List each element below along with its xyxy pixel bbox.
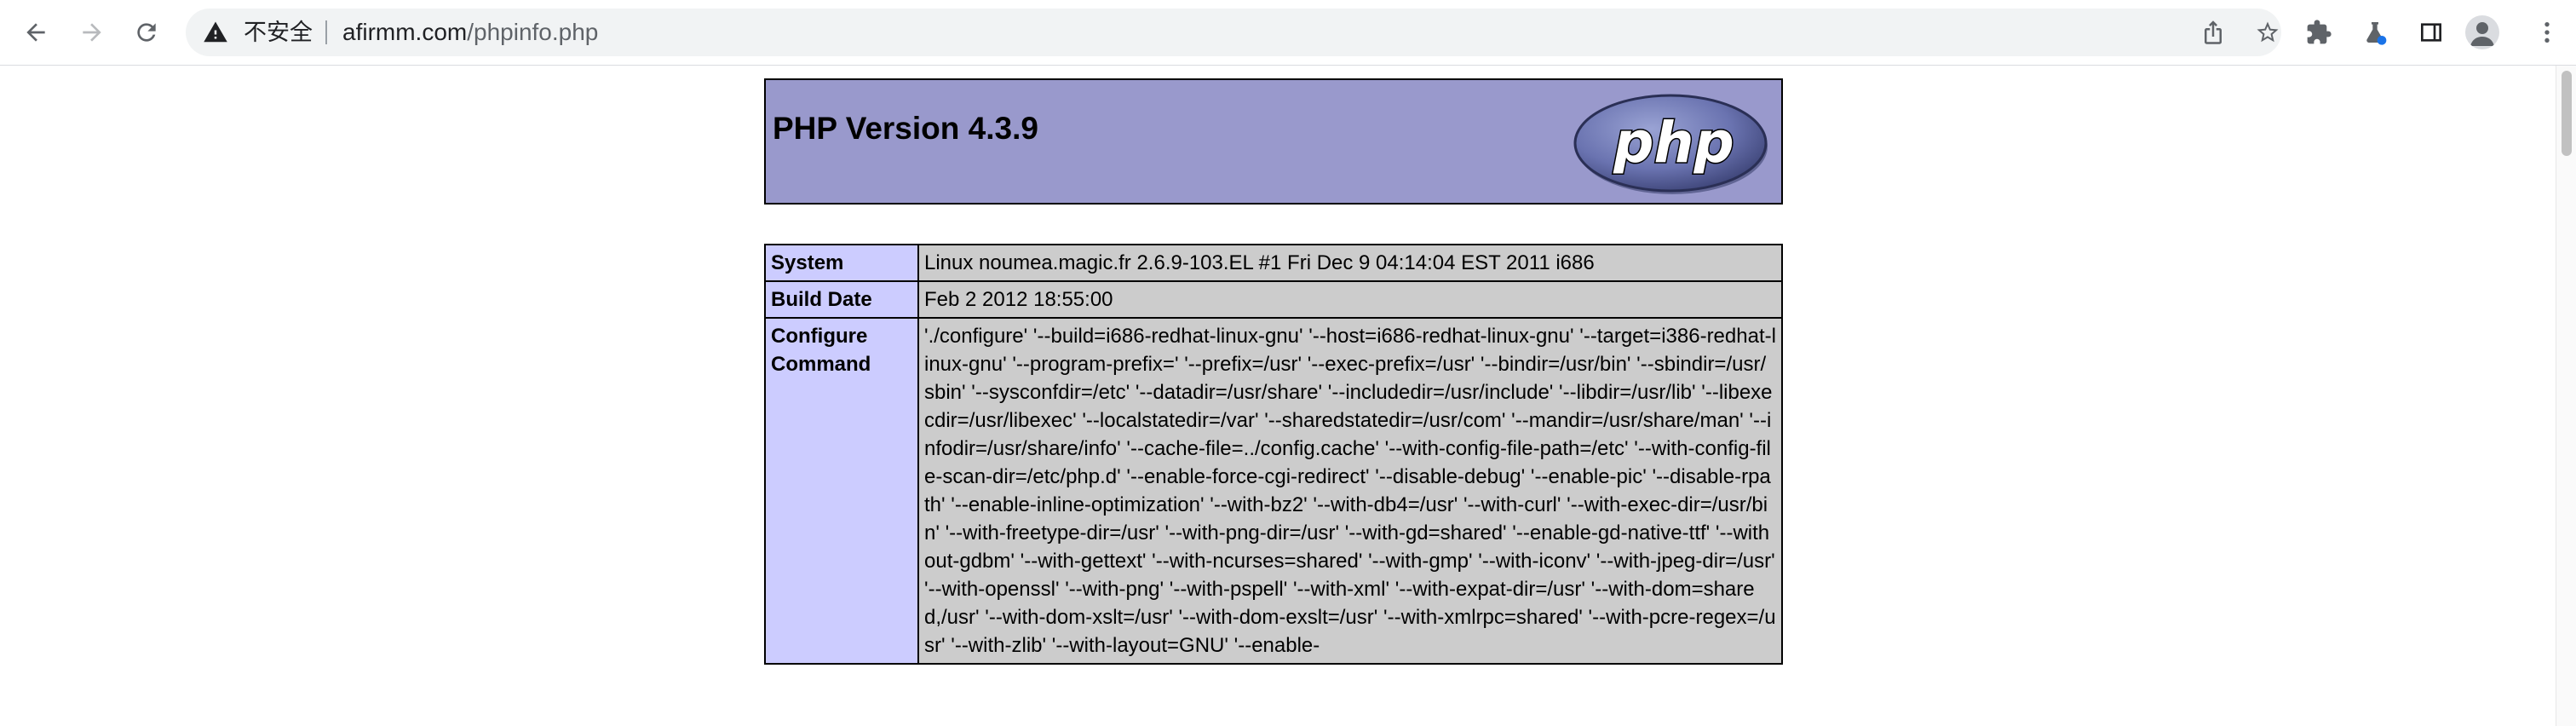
php-info-table: System Linux noumea.magic.fr 2.6.9-103.EL… [764, 244, 1783, 665]
reload-button[interactable] [124, 10, 169, 55]
back-button[interactable] [14, 10, 58, 55]
avatar-icon [2470, 22, 2494, 46]
star-icon [2257, 21, 2279, 43]
row-value: Feb 2 2012 18:55:00 [917, 280, 1783, 319]
forward-icon [83, 23, 101, 42]
reload-icon [137, 23, 156, 42]
share-button[interactable] [2198, 17, 2228, 48]
browser-menu-button[interactable] [2525, 10, 2569, 55]
warning-icon [204, 21, 227, 43]
share-icon [2205, 20, 2222, 44]
table-row: Build Date Feb 2 2012 18:55:00 [764, 280, 1783, 319]
php-version-header: PHP Version 4.3.9 php [764, 78, 1783, 205]
url-host: afirmm.com [342, 19, 468, 45]
extensions-button[interactable] [2297, 10, 2341, 55]
omnibox-divider [325, 20, 327, 44]
extensions-icon [2307, 20, 2332, 44]
php-logo-icon[interactable]: php [1572, 87, 1773, 198]
profile-avatar[interactable] [2465, 15, 2499, 49]
back-icon [26, 23, 45, 42]
row-label: Configure Command [764, 317, 919, 665]
row-value: './configure' '--build=i686-redhat-linux… [917, 317, 1783, 665]
side-panel-button[interactable] [2409, 10, 2453, 55]
browser-toolbar: 不安全 afirmm.com/phpinfo.php [0, 0, 2576, 66]
vertical-scrollbar[interactable] [2556, 66, 2576, 726]
url-path: /phpinfo.php [467, 19, 599, 45]
row-label: Build Date [764, 280, 919, 319]
page-title: PHP Version 4.3.9 [773, 111, 1038, 146]
lab-icon [2366, 22, 2387, 45]
page-content: PHP Version 4.3.9 php System Linux noumea… [0, 66, 2556, 726]
address-bar[interactable]: 不安全 afirmm.com/phpinfo.php [186, 9, 2281, 56]
forward-button[interactable] [70, 10, 114, 55]
table-row: Configure Command './configure' '--build=… [764, 317, 1783, 665]
not-secure-label[interactable]: 不安全 [244, 9, 313, 56]
row-value: Linux noumea.magic.fr 2.6.9-103.EL #1 Fr… [917, 244, 1783, 282]
url-text[interactable]: afirmm.com/phpinfo.php [342, 9, 598, 56]
lab-button[interactable] [2353, 10, 2397, 55]
svg-text:php: php [1613, 110, 1734, 176]
table-row: System Linux noumea.magic.fr 2.6.9-103.EL… [764, 244, 1783, 282]
menu-icon [2544, 22, 2550, 43]
bookmark-button[interactable] [2252, 17, 2283, 48]
scrollbar-thumb[interactable] [2562, 71, 2572, 156]
row-label: System [764, 244, 919, 282]
side-panel-icon [2421, 23, 2441, 42]
